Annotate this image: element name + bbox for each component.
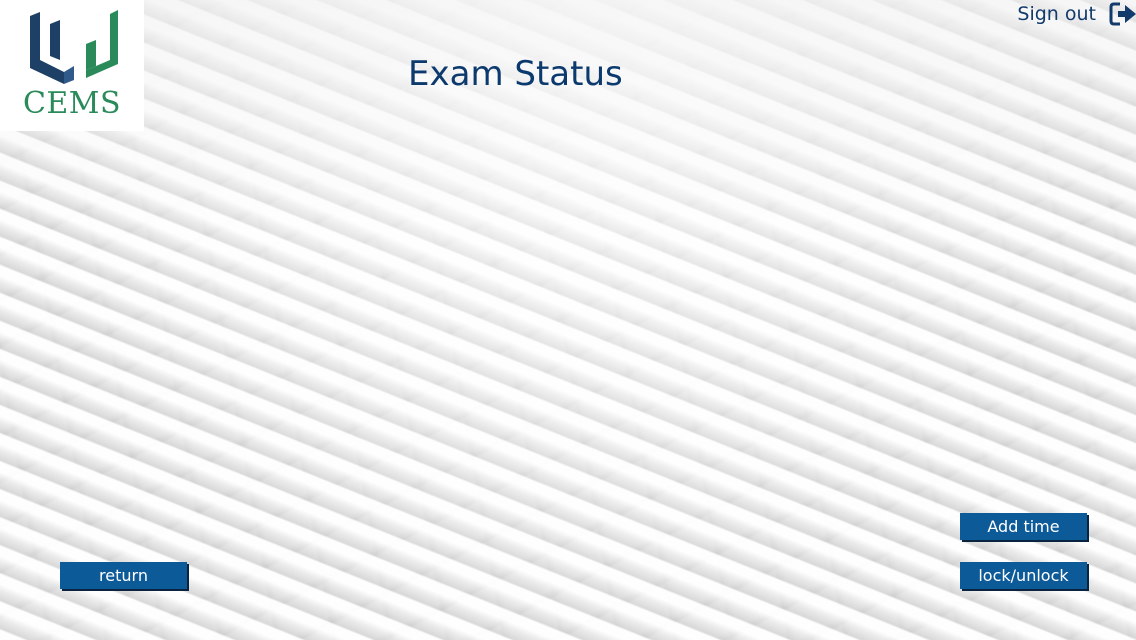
add-time-button[interactable]: Add time — [960, 513, 1087, 540]
sign-out-button[interactable]: Sign out — [1017, 0, 1136, 28]
sign-out-label: Sign out — [1017, 3, 1096, 25]
lock-unlock-button[interactable]: lock/unlock — [960, 562, 1087, 589]
logo-text: CEMS — [22, 86, 122, 121]
page-title: Exam Status — [408, 54, 623, 94]
sign-out-icon — [1109, 2, 1136, 26]
logo: CEMS — [0, 0, 144, 131]
return-button[interactable]: return — [60, 562, 187, 589]
cems-logo-icon — [30, 10, 118, 84]
background-fade — [0, 0, 1136, 230]
